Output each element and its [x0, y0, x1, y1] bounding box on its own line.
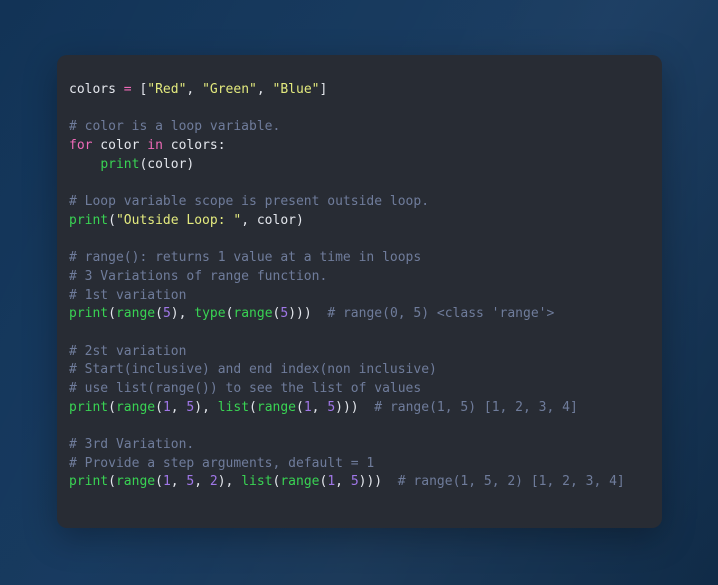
- code-line: # 1st variation: [69, 287, 662, 306]
- code-token-punct: (: [108, 399, 116, 415]
- code-token-punct: ,: [170, 399, 187, 415]
- code-token-punct: ))): [335, 399, 359, 415]
- code-token-punct: [: [131, 82, 148, 97]
- code-token-builtin: range: [115, 399, 156, 415]
- code-token-number: 1: [162, 399, 171, 415]
- code-token-string: "Outside Loop: ": [115, 212, 242, 228]
- code-token-punct: (: [108, 212, 116, 228]
- code-token-builtin: range: [115, 306, 156, 322]
- code-token-punct: ),: [217, 474, 242, 490]
- code-token-punct: ,: [194, 474, 210, 490]
- code-token-comment: # 3 Variations of range function.: [69, 268, 328, 284]
- code-token-punct: (: [249, 399, 257, 415]
- code-token-builtin: print: [69, 212, 109, 228]
- code-line: # Provide a step arguments, default = 1: [69, 455, 662, 474]
- code-token-punct: ))): [358, 474, 383, 490]
- code-token-plain: colors:: [162, 138, 226, 154]
- code-line: for color in colors:: [69, 137, 662, 156]
- code-token-number: 1: [303, 399, 312, 415]
- code-token-builtin: range: [280, 474, 320, 490]
- code-line: print(range(1, 5), list(range(1, 5))) # …: [69, 399, 662, 418]
- code-block[interactable]: colors = ["Red", "Green", "Blue"] # colo…: [69, 81, 662, 492]
- code-token-comment: # range(1, 5, 2) [1, 2, 3, 4]: [382, 474, 625, 490]
- code-token-punct: (color): [139, 156, 195, 172]
- code-token-comment: # 1st variation: [69, 287, 187, 303]
- code-line: # color is a loop variable.: [69, 118, 662, 137]
- code-token-builtin: print: [69, 306, 109, 322]
- code-line: print(range(1, 5, 2), list(range(1, 5)))…: [69, 473, 662, 492]
- code-snippet-card: colors = ["Red", "Green", "Blue"] # colo…: [57, 55, 662, 528]
- code-token-plain: colors: [69, 82, 124, 97]
- code-token-keyword: for: [69, 138, 93, 154]
- code-token-builtin: print: [100, 156, 140, 172]
- code-line: # 3 Variations of range function.: [69, 268, 662, 287]
- code-token-builtin: range: [115, 474, 156, 490]
- code-token-punct: ]: [319, 82, 328, 97]
- code-token-comment: # Start(inclusive) and end index(non inc…: [69, 362, 437, 378]
- code-token-comment: # use list(range()) to see the list of v…: [69, 381, 422, 396]
- code-token-string: "Green": [202, 82, 257, 97]
- code-line: print("Outside Loop: ", color): [69, 212, 662, 231]
- code-token-operator: =: [123, 82, 132, 97]
- code-token-punct: ,: [256, 82, 273, 97]
- code-token-punct: ,: [311, 399, 328, 415]
- code-token-punct: ,: [186, 82, 203, 97]
- code-token-keyword: in: [147, 138, 163, 154]
- code-token-punct: ))): [288, 306, 312, 322]
- code-token-comment: # range(): returns 1 value at a time in …: [69, 250, 422, 266]
- code-token-builtin: list: [217, 399, 250, 415]
- code-token-comment: # 2st variation: [69, 343, 187, 359]
- code-token-punct: (: [155, 474, 163, 490]
- code-token-punct: ,: [335, 474, 351, 490]
- code-token-string: "Red": [147, 82, 187, 97]
- code-token-punct: (: [155, 399, 163, 415]
- code-token-builtin: print: [69, 399, 109, 415]
- code-token-builtin: print: [69, 474, 109, 490]
- code-token-builtin: range: [256, 399, 297, 415]
- code-token-comment: # range(1, 5) [1, 2, 3, 4]: [358, 399, 578, 415]
- code-token-punct: ),: [194, 399, 218, 415]
- code-token-comment: # Loop variable scope is present outside…: [69, 194, 430, 210]
- code-line: # Start(inclusive) and end index(non inc…: [69, 361, 662, 380]
- code-line: # 3rd Variation.: [69, 436, 662, 455]
- code-token-number: 5: [327, 399, 336, 415]
- code-token-plain: color: [92, 138, 148, 154]
- code-token-comment: # range(0, 5) <class 'range'>: [311, 306, 555, 322]
- code-token-punct: (: [108, 474, 116, 490]
- code-line: # range(): returns 1 value at a time in …: [69, 249, 662, 268]
- code-token-punct: ,: [170, 474, 187, 490]
- code-line: # Loop variable scope is present outside…: [69, 193, 662, 212]
- code-token-punct: (: [108, 306, 116, 322]
- code-line: colors = ["Red", "Green", "Blue"]: [69, 81, 662, 100]
- code-token-string: "Blue": [272, 82, 320, 97]
- code-token-builtin: range: [233, 306, 273, 322]
- code-token-number: 1: [162, 474, 171, 490]
- code-line: # use list(range()) to see the list of v…: [69, 380, 662, 399]
- code-token-comment: # Provide a step arguments, default = 1: [69, 455, 375, 471]
- code-token-number: 1: [327, 474, 336, 490]
- app-background: colors = ["Red", "Green", "Blue"] # colo…: [0, 0, 718, 585]
- code-token-punct: (: [155, 306, 163, 322]
- code-token-number: 2: [209, 474, 218, 490]
- code-token-number: 5: [280, 306, 289, 322]
- code-token-punct: , color): [241, 212, 304, 228]
- code-token-comment: # 3rd Variation.: [69, 437, 195, 453]
- code-token-punct: (: [296, 399, 304, 415]
- code-token-number: 5: [350, 474, 359, 490]
- code-line: print(color): [69, 156, 662, 175]
- code-line: # 2st variation: [69, 343, 662, 362]
- code-token-punct: ),: [170, 306, 195, 322]
- code-token-number: 5: [162, 306, 171, 322]
- code-line: print(range(5), type(range(5))) # range(…: [69, 305, 662, 324]
- code-token-builtin: list: [241, 474, 273, 490]
- code-token-comment: # color is a loop variable.: [69, 119, 281, 135]
- code-token-builtin: type: [194, 306, 226, 322]
